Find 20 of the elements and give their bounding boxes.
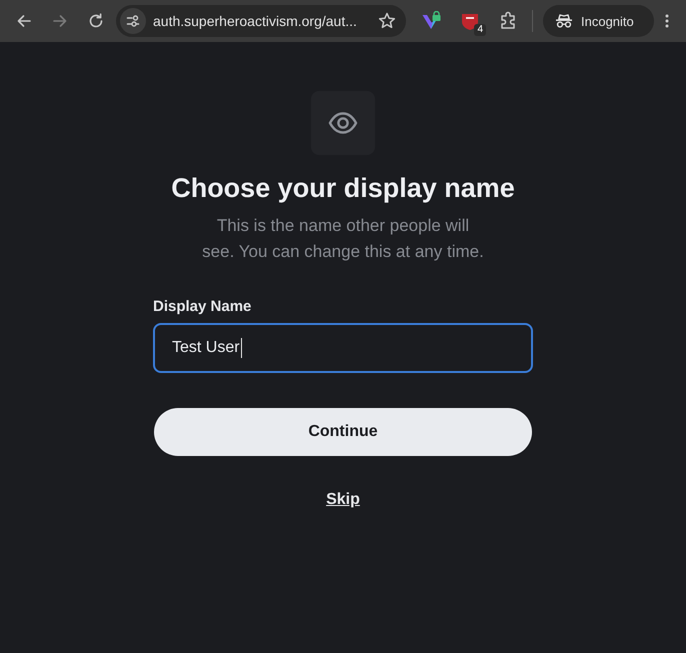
extension-badge: 4	[474, 24, 486, 36]
back-arrow-icon	[16, 13, 32, 29]
text-caret-icon	[240, 338, 242, 358]
skip-link[interactable]: Skip	[326, 490, 360, 510]
reload-icon	[88, 13, 104, 29]
url-text: auth.superheroactivism.org/aut...	[153, 13, 358, 29]
forward-arrow-icon	[52, 13, 68, 29]
field-label: Display Name	[153, 298, 252, 316]
page-title: Choose your display name	[171, 172, 515, 205]
display-name-field[interactable]: Test User	[153, 323, 533, 373]
incognito-icon	[555, 13, 573, 29]
continue-button[interactable]: Continue	[154, 408, 532, 456]
sliders-icon[interactable]	[120, 8, 146, 34]
kebab-menu-icon	[664, 14, 669, 28]
address-bar[interactable]: auth.superheroactivism.org/aut...	[116, 5, 406, 37]
eye-icon	[311, 91, 375, 155]
v-lock-icon[interactable]	[422, 11, 442, 31]
page-subtitle: This is the name other people will see. You can change this at any time.	[201, 215, 485, 263]
incognito-button[interactable]: Incognito	[543, 5, 654, 37]
star-icon[interactable]	[378, 12, 396, 30]
